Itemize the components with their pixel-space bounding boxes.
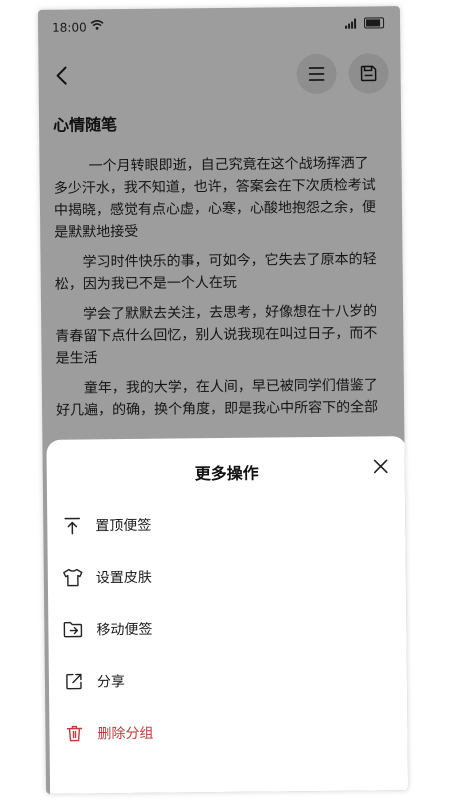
shirt-icon <box>62 566 84 588</box>
pin-top-icon <box>61 514 83 536</box>
share-item[interactable]: 分享 <box>63 652 394 707</box>
action-list: 置顶便签 设置皮肤 移动便签 分享 删除分组 <box>61 496 394 759</box>
menu-button[interactable] <box>296 53 337 95</box>
note-title: 心情随笔 <box>53 115 118 135</box>
trash-icon <box>63 722 85 744</box>
menu-item-label: 删除分组 <box>97 725 154 743</box>
menu-item-label: 设置皮肤 <box>95 569 152 587</box>
chevron-left-icon <box>56 66 67 85</box>
note-paragraph: 学习时件快乐的事，可如今，它失去了原本的轻松，因为我已不是一个人在玩 <box>54 251 377 293</box>
move-note-item[interactable]: 移动便签 <box>62 600 393 655</box>
note-paragraph: 童年，我的大学，在人间，早已被同学们借鉴了好几遍，的确，换个角度，即是我心中所容… <box>56 377 379 419</box>
close-button[interactable] <box>371 456 391 476</box>
note-paragraph: 一个月转眼即逝，自己究竟在这个战场挥洒了多少汗水，我不知道，也许，答案会在下次质… <box>53 155 377 241</box>
save-button[interactable] <box>348 53 389 94</box>
menu-item-label: 分享 <box>96 674 126 691</box>
move-folder-icon <box>62 618 84 640</box>
note-body: 一个月转眼即逝，自己究竟在这个战场挥洒了多少汗水，我不知道，也许，答案会在下次质… <box>53 152 380 429</box>
close-icon <box>373 459 388 474</box>
top-bar <box>38 46 401 106</box>
delete-group-item[interactable]: 删除分组 <box>63 704 394 759</box>
sheet-title: 更多操作 <box>194 463 259 484</box>
pin-note-item[interactable]: 置顶便签 <box>61 496 392 551</box>
wifi-icon <box>90 19 104 33</box>
battery-icon <box>364 17 385 29</box>
more-actions-sheet: 更多操作 置顶便签 设置皮肤 移动便签 分享 删除分组 <box>46 436 409 794</box>
status-time: 18:00 <box>52 20 87 35</box>
menu-item-label: 移动便签 <box>96 621 153 639</box>
status-bar: 18:00 <box>38 6 400 46</box>
menu-lines-icon <box>308 67 325 81</box>
share-icon <box>63 670 85 692</box>
signal-icon <box>345 18 357 29</box>
phone-screen: 18:00 心情随笔 一个月转眼即逝，自己究竟在这个战场挥洒了多少汗水，我不知道… <box>37 6 409 794</box>
note-paragraph: 学会了默默去关注，去思考，好像想在十八岁的青春留下点什么回忆，别人说我现在叫过日… <box>55 303 378 367</box>
set-skin-item[interactable]: 设置皮肤 <box>62 548 393 603</box>
back-button[interactable] <box>50 64 74 88</box>
save-icon <box>360 65 377 82</box>
menu-item-label: 置顶便签 <box>95 517 152 535</box>
